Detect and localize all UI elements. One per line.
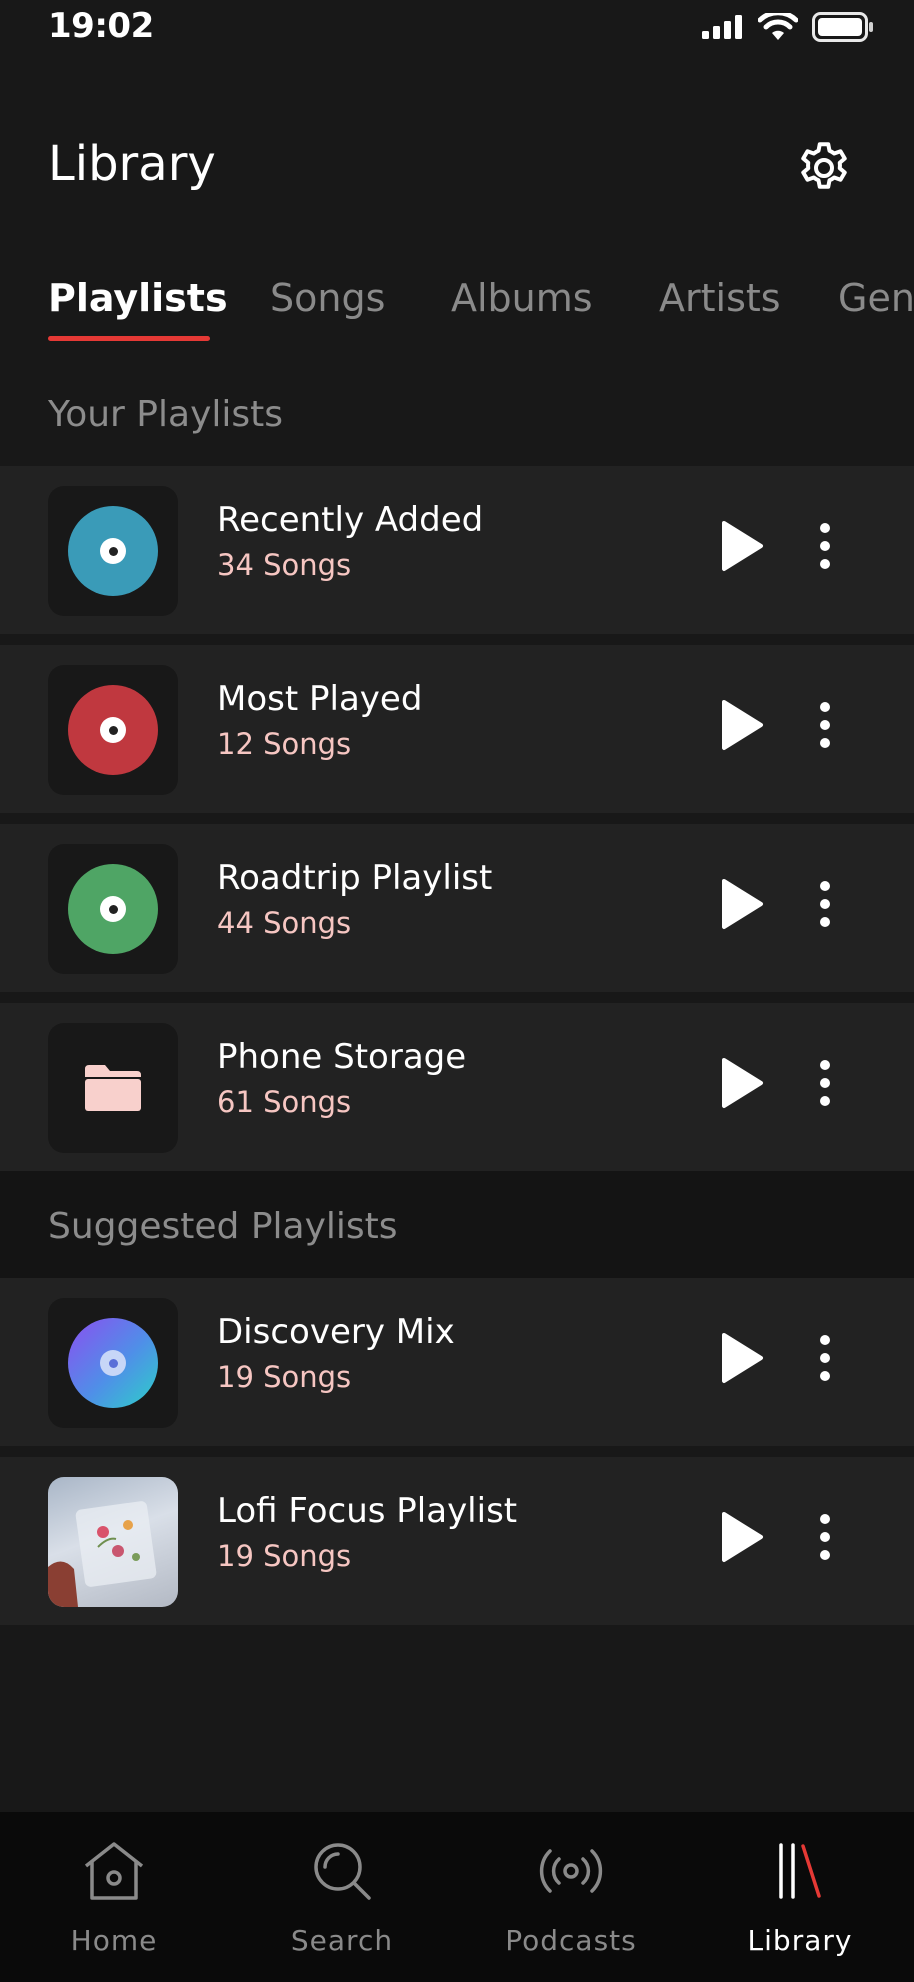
podcast-icon: [539, 1849, 603, 1893]
album-art-image: [48, 1477, 178, 1607]
tab-songs[interactable]: Songs: [270, 276, 385, 320]
playlist-row-lofi-focus[interactable]: Lofi Focus Playlist 19 Songs: [0, 1457, 914, 1625]
playlist-row-recently-added[interactable]: Recently Added 34 Songs: [0, 466, 914, 634]
more-options-button[interactable]: [805, 695, 845, 755]
nav-label: Search: [290, 1924, 394, 1957]
more-vertical-icon: [820, 702, 830, 748]
play-icon: [722, 1333, 763, 1383]
more-options-button[interactable]: [805, 1328, 845, 1388]
tab-artists[interactable]: Artists: [659, 276, 781, 320]
signal-icon: [702, 15, 742, 39]
playlist-thumbnail: [48, 1298, 178, 1428]
play-button[interactable]: [712, 1507, 772, 1567]
more-options-button[interactable]: [805, 874, 845, 934]
playlist-row-roadtrip[interactable]: Roadtrip Playlist 44 Songs: [0, 824, 914, 992]
status-bar: 19:02: [0, 0, 914, 56]
nav-home[interactable]: Home: [0, 1812, 228, 1982]
playlist-row-phone-storage[interactable]: Phone Storage 61 Songs: [0, 1003, 914, 1171]
playlist-thumbnail: [48, 844, 178, 974]
home-icon: [84, 1842, 144, 1900]
play-icon: [722, 700, 763, 750]
playlist-song-count: 19 Songs: [217, 1539, 352, 1573]
playlist-row-discovery-mix[interactable]: Discovery Mix 19 Songs: [0, 1278, 914, 1446]
playlist-thumbnail: [48, 1023, 178, 1153]
nav-label: Podcasts: [505, 1924, 637, 1957]
nav-label: Home: [70, 1924, 158, 1957]
playlist-song-count: 61 Songs: [217, 1085, 352, 1119]
tab-genres[interactable]: Gen: [838, 276, 914, 320]
bottom-navigation: Home Search Podcasts Library: [0, 1812, 914, 1982]
play-button[interactable]: [712, 1053, 772, 1113]
playlist-row-most-played[interactable]: Most Played 12 Songs: [0, 645, 914, 813]
more-options-button[interactable]: [805, 1507, 845, 1567]
search-icon: [314, 1843, 371, 1900]
play-button[interactable]: [712, 516, 772, 576]
playlist-title: Lofi Focus Playlist: [217, 1491, 518, 1531]
play-button[interactable]: [712, 695, 772, 755]
more-vertical-icon: [820, 1060, 830, 1106]
more-options-button[interactable]: [805, 1053, 845, 1113]
playlist-title: Discovery Mix: [217, 1312, 455, 1352]
section-header-your-playlists: Your Playlists: [48, 394, 284, 435]
nav-library[interactable]: Library: [686, 1812, 914, 1982]
play-button[interactable]: [712, 874, 772, 934]
playlist-title: Most Played: [217, 679, 423, 719]
play-button[interactable]: [712, 1328, 772, 1388]
disc-icon: [68, 685, 158, 775]
wifi-icon: [758, 13, 798, 40]
playlist-title: Recently Added: [217, 500, 484, 540]
settings-button[interactable]: [792, 136, 856, 200]
play-icon: [722, 521, 763, 571]
library-icon: [779, 1843, 821, 1899]
playlist-song-count: 12 Songs: [217, 727, 352, 761]
playlist-thumbnail: [48, 486, 178, 616]
playlist-thumbnail: [48, 665, 178, 795]
disc-icon: [68, 506, 158, 596]
gradient-disc-icon: [68, 1318, 158, 1408]
more-options-button[interactable]: [805, 516, 845, 576]
nav-search[interactable]: Search: [228, 1812, 456, 1982]
battery-icon: [812, 12, 873, 42]
play-icon: [722, 1058, 763, 1108]
play-icon: [722, 1512, 763, 1562]
nav-podcasts[interactable]: Podcasts: [457, 1812, 685, 1982]
tab-bar: Playlists Songs Albums Artists Gen: [0, 272, 914, 344]
playlist-title: Roadtrip Playlist: [217, 858, 493, 898]
tab-playlists[interactable]: Playlists: [48, 276, 228, 320]
play-icon: [722, 879, 763, 929]
gear-icon: [801, 142, 847, 189]
status-icons: [702, 12, 874, 42]
playlist-song-count: 44 Songs: [217, 906, 352, 940]
section-header-suggested-playlists: Suggested Playlists: [48, 1206, 398, 1247]
nav-label: Library: [747, 1924, 853, 1957]
playlist-title: Phone Storage: [217, 1037, 467, 1077]
more-vertical-icon: [820, 1335, 830, 1381]
more-vertical-icon: [820, 1514, 830, 1560]
tab-albums[interactable]: Albums: [451, 276, 593, 320]
page-title: Library: [48, 136, 216, 192]
more-vertical-icon: [820, 523, 830, 569]
more-vertical-icon: [820, 881, 830, 927]
playlist-song-count: 34 Songs: [217, 548, 352, 582]
folder-icon: [85, 1065, 141, 1111]
status-time: 19:02: [48, 6, 154, 46]
playlist-song-count: 19 Songs: [217, 1360, 352, 1394]
active-tab-indicator: [48, 336, 210, 341]
album-art-illustration: [48, 1501, 157, 1607]
disc-icon: [68, 864, 158, 954]
